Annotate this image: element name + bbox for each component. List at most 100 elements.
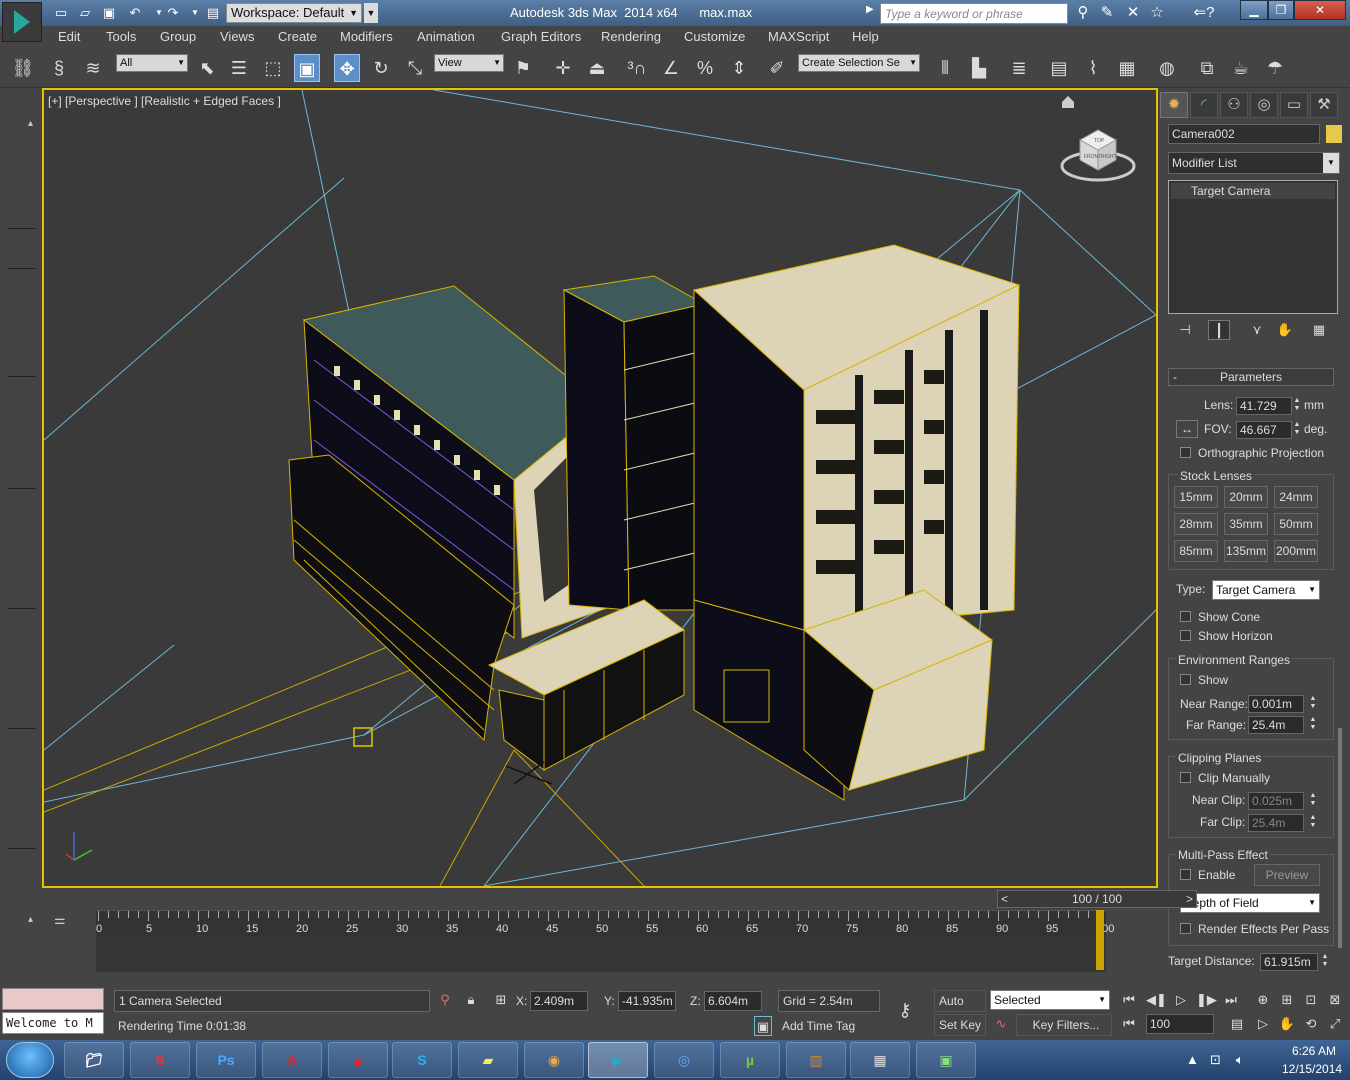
current-frame-field[interactable]: 100	[1146, 1014, 1214, 1034]
next-frame-icon[interactable]: >	[1186, 891, 1193, 907]
go-to-start-icon[interactable]: ⏮	[1120, 990, 1138, 1010]
favorites-star-icon[interactable]: ☆	[1146, 3, 1168, 23]
time-config-icon[interactable]: ▤	[1228, 1014, 1246, 1034]
object-name-field[interactable]: Camera002	[1168, 124, 1320, 144]
modify-tab-icon[interactable]: ◜	[1190, 92, 1218, 118]
set-key-curve-icon[interactable]: ∿	[992, 1014, 1010, 1034]
maximize-button[interactable]: ❐	[1268, 0, 1294, 20]
make-unique-icon[interactable]: ⋎	[1246, 320, 1268, 340]
redo-icon[interactable]: ↷	[164, 4, 182, 22]
enable-checkbox[interactable]	[1180, 869, 1191, 880]
mirror-icon[interactable]: ⫴	[932, 54, 958, 82]
create-tab-icon[interactable]: ✹	[1160, 92, 1188, 118]
preview-button[interactable]: Preview	[1254, 864, 1320, 886]
calculator-icon[interactable]: ▦	[850, 1042, 910, 1078]
env-show-checkbox[interactable]	[1180, 674, 1191, 685]
add-time-tag[interactable]: Add Time Tag	[778, 1016, 880, 1038]
rect-selection-icon[interactable]: ⬚	[260, 54, 286, 82]
pivot-center-icon[interactable]: ⚑	[510, 54, 536, 82]
menu-animation[interactable]: Animation	[417, 29, 475, 44]
lens-field[interactable]: 41.729	[1236, 397, 1292, 415]
rendered-frame-window-icon[interactable]: ☕	[1228, 54, 1254, 82]
menu-views[interactable]: Views	[220, 29, 254, 44]
menu-create[interactable]: Create	[278, 29, 317, 44]
pin-stack-icon[interactable]: ⊣	[1174, 320, 1196, 340]
zoom-extents-all-icon[interactable]: ⊠	[1326, 990, 1344, 1010]
menu-graph-editors[interactable]: Graph Editors	[501, 29, 581, 44]
render-setup-icon[interactable]: ⧉	[1194, 54, 1220, 82]
network-icon[interactable]: ⊡	[1210, 1052, 1221, 1068]
x-coordinate-field[interactable]: 2.409m	[530, 991, 588, 1011]
skype-icon[interactable]: S	[392, 1042, 452, 1078]
snaps-toggle-icon[interactable]: ³∩	[624, 54, 650, 82]
go-to-end-icon[interactable]: ⏭	[1222, 990, 1240, 1010]
remove-modifier-icon[interactable]: ✋	[1274, 320, 1296, 340]
spinner-icon[interactable]: ▲ ▼	[1292, 421, 1302, 439]
perspective-viewport[interactable]: TOP FRONT RIGHT [+] [Perspective ] [Real…	[42, 88, 1158, 888]
minimize-button[interactable]: ▁	[1240, 0, 1268, 20]
lens-24mm-button[interactable]: 24mm	[1274, 486, 1318, 508]
zoom-extents-icon[interactable]: ⊡	[1302, 990, 1320, 1010]
time-tag-icon[interactable]: ▣	[754, 1016, 772, 1036]
winrar-icon[interactable]: ▥	[786, 1042, 846, 1078]
lens-35mm-button[interactable]: 35mm	[1224, 513, 1268, 535]
pan-view-icon[interactable]: ✋	[1278, 1014, 1296, 1034]
remote-desktop-icon[interactable]: ▣	[916, 1042, 976, 1078]
effect-dropdown[interactable]: Depth of Field ▼	[1180, 893, 1320, 913]
window-crossing-icon[interactable]: ▣	[294, 54, 320, 82]
lens-50mm-button[interactable]: 50mm	[1274, 513, 1318, 535]
target-distance-field[interactable]: 61.915m	[1260, 953, 1318, 971]
spinner-snap-icon[interactable]: ⇕	[726, 54, 752, 82]
next-key-icon[interactable]: ❚▶	[1196, 990, 1217, 1010]
z-coordinate-field[interactable]: 6.604m	[704, 991, 762, 1011]
select-and-rotate-icon[interactable]: ↻	[368, 54, 394, 82]
y-coordinate-field[interactable]: -41.935m	[618, 991, 676, 1011]
time-cursor[interactable]	[1096, 910, 1104, 970]
keyboard-shortcut-icon[interactable]: ⏏	[584, 54, 610, 82]
undo-icon[interactable]: ↶	[126, 4, 144, 22]
track-bar[interactable]: 0 5 10 15 20 25 30 35 40 45 50 55 60 65 70 75 80 85 90 95 10…	[96, 910, 1114, 936]
menu-customize[interactable]: Customize	[684, 29, 745, 44]
lens-28mm-button[interactable]: 28mm	[1174, 513, 1218, 535]
unlink-icon[interactable]: §	[46, 54, 72, 82]
utilities-tab-icon[interactable]: ⚒	[1310, 92, 1338, 118]
align-icon[interactable]: ▙	[966, 54, 992, 82]
named-selection-dropdown[interactable]: Create Selection Se ▼	[798, 54, 920, 72]
new-file-icon[interactable]: ▭	[52, 4, 70, 22]
clip-manually-checkbox[interactable]	[1180, 772, 1191, 783]
angle-snap-icon[interactable]: ∠	[658, 54, 684, 82]
binoculars-icon[interactable]: ⚲	[1072, 3, 1094, 23]
zoom-all-icon[interactable]: ⊞	[1278, 990, 1296, 1010]
spinner-icon[interactable]: ▲ ▼	[1308, 716, 1318, 734]
key-filters-button[interactable]: Key Filters...	[1016, 1014, 1112, 1036]
3dsmax-taskbar-icon[interactable]: ▶	[588, 1042, 648, 1078]
near-clip-field[interactable]: 0.025m	[1248, 792, 1304, 810]
fov-direction-icon[interactable]: ↔	[1176, 420, 1198, 438]
schematic-view-icon[interactable]: ▦	[1114, 54, 1140, 82]
time-slider[interactable]: <100 / 100 >	[997, 890, 1197, 908]
maxscript-mini-listener[interactable]	[2, 988, 104, 1010]
collapse-caret-icon[interactable]: ▴	[28, 914, 33, 925]
save-icon[interactable]: ▣	[100, 4, 118, 22]
far-range-field[interactable]: 25.4m	[1248, 716, 1304, 734]
sketchup-icon[interactable]: S	[130, 1042, 190, 1078]
lens-135mm-button[interactable]: 135mm	[1224, 540, 1268, 562]
lens-20mm-button[interactable]: 20mm	[1224, 486, 1268, 508]
spinner-icon[interactable]: ▲ ▼	[1308, 695, 1318, 713]
near-range-field[interactable]: 0.001m	[1248, 695, 1304, 713]
panel-scrollbar[interactable]	[1338, 728, 1342, 948]
object-color-swatch[interactable]	[1326, 125, 1342, 143]
manipulate-icon[interactable]: ✛	[550, 54, 576, 82]
graphite-tools-icon[interactable]: ▤	[1046, 54, 1072, 82]
previous-key-icon[interactable]: ◀❚	[1146, 990, 1167, 1010]
close-button[interactable]: ✕	[1294, 0, 1346, 20]
expand-caret-icon[interactable]: ▴	[28, 118, 33, 129]
percent-snap-icon[interactable]: %	[692, 54, 718, 82]
modifier-list-dropdown[interactable]: Modifier List ▼	[1168, 152, 1340, 174]
prev-frame-icon[interactable]: <	[1001, 891, 1008, 907]
show-end-result-icon[interactable]: ┃	[1208, 320, 1230, 340]
volume-icon[interactable]: 🔈︎	[1236, 1052, 1244, 1068]
spinner-icon[interactable]: ▲ ▼	[1292, 397, 1302, 415]
lens-85mm-button[interactable]: 85mm	[1174, 540, 1218, 562]
sticky-notes-icon[interactable]: ▰	[458, 1042, 518, 1078]
